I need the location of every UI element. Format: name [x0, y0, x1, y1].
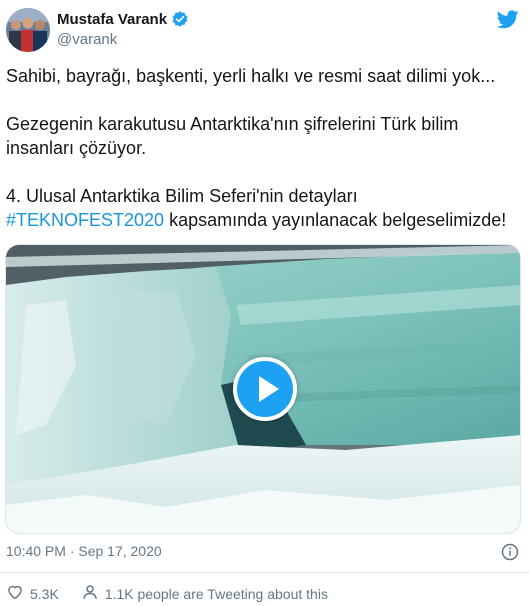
twitter-bird-icon[interactable] — [496, 10, 519, 29]
tweet-line: 4. Ulusal Antarktika Bilim Seferi'nin de… — [6, 186, 358, 206]
author-handle[interactable]: @varank — [57, 31, 117, 48]
people-tweeting-text: 1.1K people are Tweeting about this — [104, 585, 328, 602]
author-name-text[interactable]: Mustafa Varank — [57, 11, 167, 28]
hashtag-link[interactable]: #TEKNOFEST2020 — [6, 210, 164, 230]
tweet-timestamp[interactable]: 10:40 PM · Sep 17, 2020 — [6, 543, 162, 559]
author-name[interactable]: Mustafa Varank — [57, 10, 189, 28]
divider — [0, 572, 529, 573]
verified-badge-icon — [171, 10, 189, 28]
people-tweeting-action[interactable]: 1.1K people are Tweeting about this — [81, 583, 328, 604]
video-player[interactable] — [5, 244, 521, 534]
timestamp-text[interactable]: 10:40 PM · Sep 17, 2020 — [6, 543, 162, 559]
person-icon[interactable] — [81, 583, 99, 604]
tweet-text: Sahibi, bayrağı, başkenti, yerli halkı v… — [6, 64, 521, 232]
tweet-line-rest: kapsamında yayınlanacak belgeselimizde! — [164, 210, 507, 230]
tweet-line: Sahibi, bayrağı, başkenti, yerli halkı v… — [6, 66, 496, 86]
heart-icon[interactable] — [6, 583, 24, 604]
like-count: 5.3K — [30, 585, 59, 602]
like-action[interactable]: 5.3K — [6, 583, 59, 604]
tweet-line: Gezegenin karakutusu Antarktika'nın şifr… — [6, 114, 459, 134]
play-button[interactable] — [233, 357, 297, 421]
tweet-line: insanları çözüyor. — [6, 138, 147, 158]
avatar[interactable] — [6, 8, 50, 52]
tweet-header: Mustafa Varank @varank — [0, 0, 529, 62]
tweet-line: #TEKNOFEST2020 kapsamında yayınlanacak b… — [6, 208, 521, 232]
info-icon[interactable] — [501, 543, 519, 561]
tweet-actions: 5.3K 1.1K people are Tweeting about this — [6, 583, 328, 604]
